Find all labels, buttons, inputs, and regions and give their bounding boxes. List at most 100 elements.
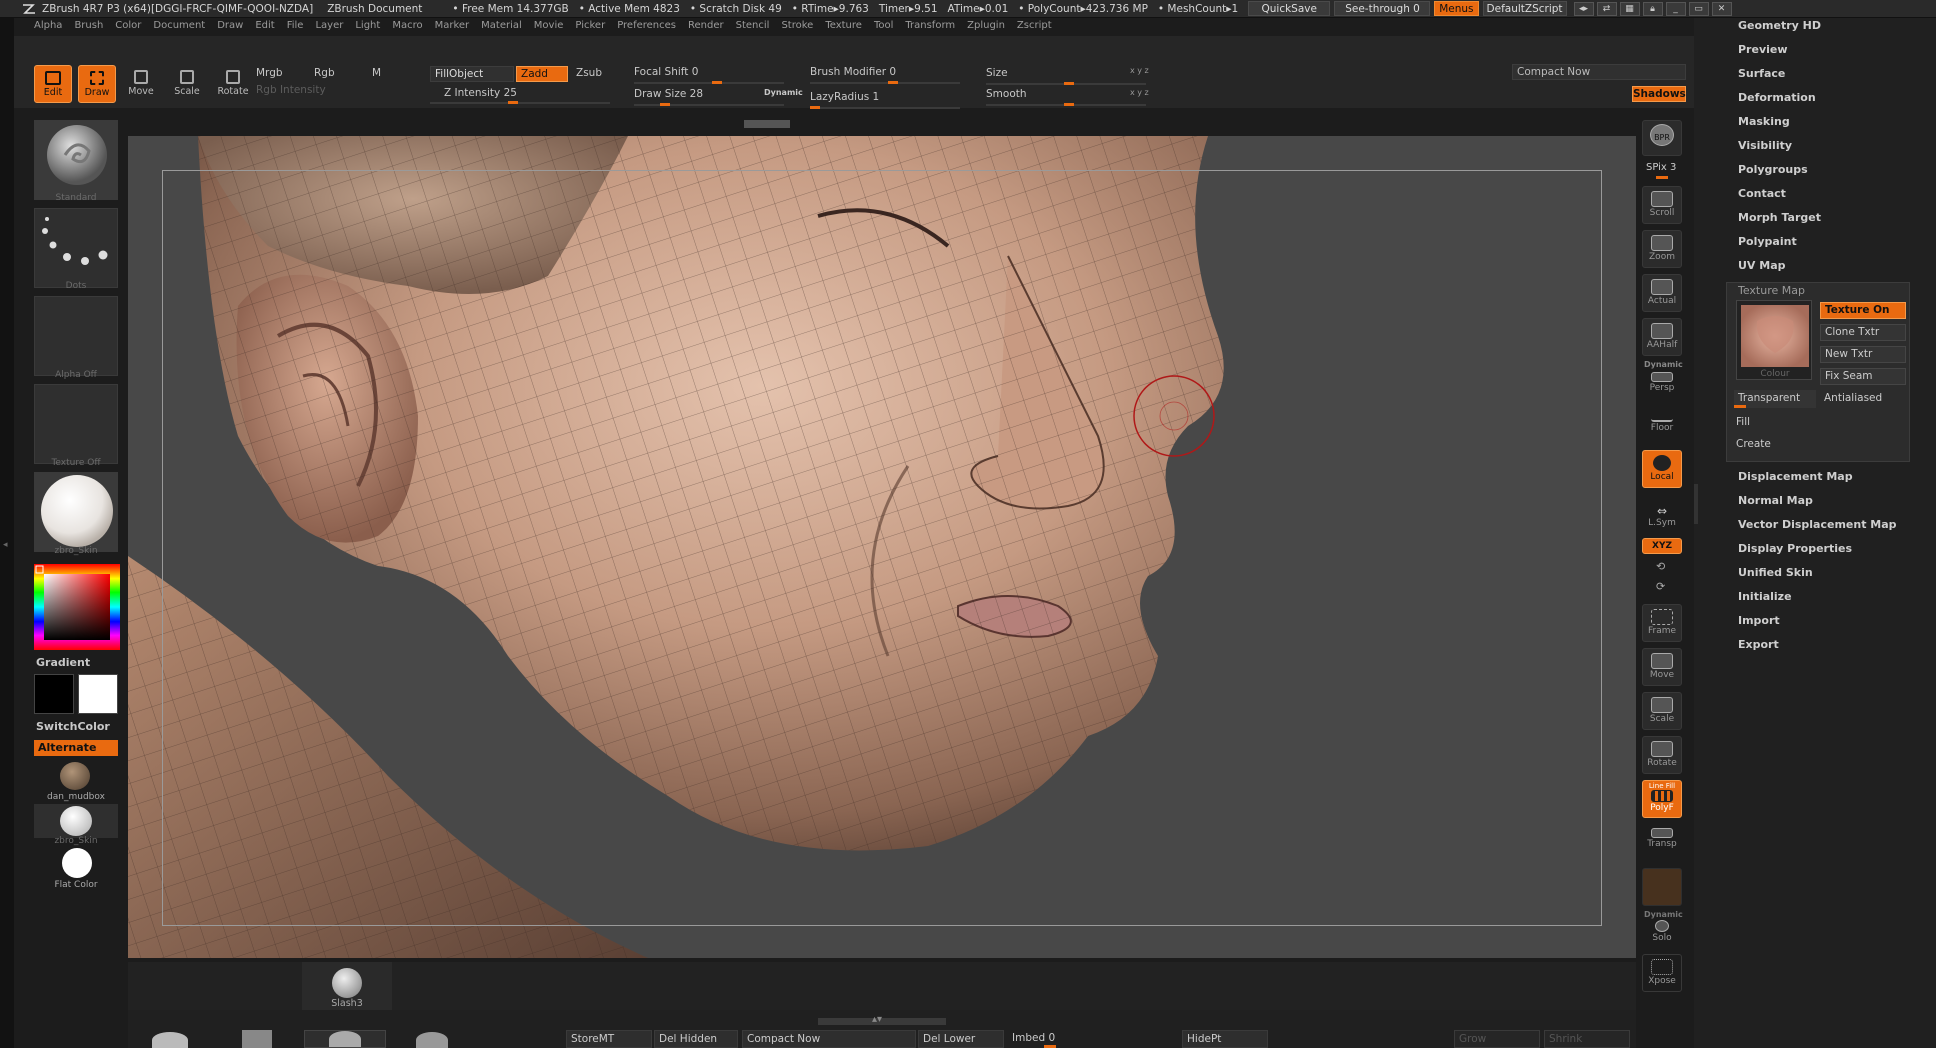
draw-size-knob[interactable] bbox=[660, 103, 670, 106]
bottom-brush-thumb-3[interactable] bbox=[304, 1030, 386, 1048]
brush-modifier-knob[interactable] bbox=[888, 81, 898, 84]
rotate-axis-y-icon[interactable]: ⟲ bbox=[1656, 560, 1665, 573]
menu-tool[interactable]: Tool bbox=[874, 20, 893, 34]
del-hidden-button[interactable]: Del Hidden bbox=[654, 1030, 738, 1048]
menu-marker[interactable]: Marker bbox=[435, 20, 470, 34]
brush-thumbnail[interactable] bbox=[34, 120, 118, 200]
hidept-button[interactable]: HidePt bbox=[1182, 1030, 1268, 1048]
rotate-view-button[interactable]: Rotate bbox=[1642, 736, 1682, 774]
masking-subpalette[interactable]: Masking bbox=[1738, 115, 1790, 128]
fix-seam-button[interactable]: Fix Seam bbox=[1820, 368, 1906, 385]
toolbar-scroll-handle[interactable] bbox=[744, 120, 790, 128]
stroke-thumbnail[interactable] bbox=[34, 208, 118, 288]
switchcolor-button[interactable]: SwitchColor bbox=[36, 720, 110, 733]
clone-txtr-button[interactable]: Clone Txtr bbox=[1820, 324, 1906, 341]
smooth-knob[interactable] bbox=[1064, 103, 1074, 106]
texture-map-title[interactable]: Texture Map bbox=[1738, 284, 1805, 297]
uv-map-subpalette[interactable]: UV Map bbox=[1738, 259, 1786, 272]
polygroups-subpalette[interactable]: Polygroups bbox=[1738, 163, 1808, 176]
texture-thumbnail-slot[interactable]: Colour bbox=[1736, 300, 1812, 380]
menu-texture[interactable]: Texture bbox=[825, 20, 862, 34]
smooth-slider[interactable]: Smooth bbox=[986, 88, 1027, 100]
spix-slider[interactable]: SPix 3 bbox=[1646, 162, 1676, 173]
zadd-button[interactable]: Zadd bbox=[516, 66, 568, 82]
visibility-subpalette[interactable]: Visibility bbox=[1738, 139, 1792, 152]
menu-stroke[interactable]: Stroke bbox=[781, 20, 813, 34]
fillobject-button[interactable]: FillObject bbox=[430, 66, 514, 82]
bottom-brush-thumb-2[interactable] bbox=[242, 1030, 272, 1048]
morph-target-subpalette[interactable]: Morph Target bbox=[1738, 211, 1821, 224]
actual-button[interactable]: Actual bbox=[1642, 274, 1682, 312]
bottom-brush-thumb-4[interactable] bbox=[416, 1032, 448, 1048]
mrgb-button[interactable]: Mrgb bbox=[256, 67, 283, 79]
lock-icon[interactable]: 🔒︎ bbox=[1642, 1, 1663, 16]
rotate-button[interactable]: Rotate bbox=[214, 65, 252, 103]
lazyradius-knob[interactable] bbox=[810, 106, 820, 109]
panel-scrollbar[interactable] bbox=[1694, 484, 1698, 524]
alpha-thumbnail[interactable] bbox=[34, 296, 118, 376]
shadows-button[interactable]: Shadows bbox=[1632, 86, 1686, 102]
new-txtr-button[interactable]: New Txtr bbox=[1820, 346, 1906, 363]
see-through-slider[interactable]: See-through 0 bbox=[1334, 1, 1431, 16]
rotate-axis-z-icon[interactable]: ⟳ bbox=[1656, 580, 1665, 593]
transp-button[interactable]: Transp bbox=[1642, 824, 1682, 862]
frame-button[interactable]: Frame bbox=[1642, 604, 1682, 642]
zoom-button[interactable]: Zoom bbox=[1642, 230, 1682, 268]
transparent-knob[interactable] bbox=[1734, 405, 1746, 408]
scale-view-button[interactable]: Scale bbox=[1642, 692, 1682, 730]
z-intensity-knob[interactable] bbox=[508, 101, 518, 104]
contact-subpalette[interactable]: Contact bbox=[1738, 187, 1786, 200]
move-view-button[interactable]: Move bbox=[1642, 648, 1682, 686]
maximize-icon[interactable]: ▭ bbox=[1688, 1, 1709, 16]
gradient-toggle[interactable]: Gradient bbox=[36, 656, 90, 669]
move-button[interactable]: Move bbox=[122, 65, 160, 103]
focal-shift-knob[interactable] bbox=[712, 81, 722, 84]
brush-modifier-slider[interactable]: Brush Modifier 0 bbox=[810, 66, 896, 78]
texture-thumbnail[interactable] bbox=[34, 384, 118, 464]
focal-shift-slider[interactable]: Focal Shift 0 bbox=[634, 66, 698, 78]
surface-subpalette[interactable]: Surface bbox=[1738, 67, 1785, 80]
menu-zplugin[interactable]: Zplugin bbox=[967, 20, 1005, 34]
bpr-button[interactable]: BPR bbox=[1642, 120, 1682, 156]
collapse-arrow-icon[interactable]: ▴▾ bbox=[872, 1014, 882, 1025]
menu-light[interactable]: Light bbox=[355, 20, 380, 34]
grow-button[interactable]: Grow bbox=[1454, 1030, 1540, 1048]
alternate-button[interactable]: Alternate bbox=[34, 740, 118, 756]
flat-color-material-icon[interactable] bbox=[62, 848, 92, 878]
menu-stencil[interactable]: Stencil bbox=[736, 20, 770, 34]
menu-material[interactable]: Material bbox=[481, 20, 522, 34]
menus-button[interactable]: Menus bbox=[1434, 1, 1479, 16]
main-color-swatch[interactable] bbox=[34, 674, 74, 714]
menu-file[interactable]: File bbox=[287, 20, 304, 34]
zsub-button[interactable]: Zsub bbox=[576, 67, 602, 79]
xpose-button[interactable]: Xpose bbox=[1642, 954, 1682, 992]
zbro-skin-material-slot[interactable] bbox=[34, 804, 118, 838]
menu-zscript[interactable]: Zscript bbox=[1017, 20, 1052, 34]
menu-movie[interactable]: Movie bbox=[534, 20, 564, 34]
material-thumbnail[interactable] bbox=[34, 472, 118, 552]
layout-swap-icon[interactable]: ⇄ bbox=[1596, 1, 1617, 16]
export-subpalette[interactable]: Export bbox=[1738, 638, 1779, 651]
default-zscript-button[interactable]: DefaultZScript bbox=[1482, 1, 1567, 16]
polypaint-subpalette[interactable]: Polypaint bbox=[1738, 235, 1797, 248]
deformation-subpalette[interactable]: Deformation bbox=[1738, 91, 1816, 104]
menu-draw[interactable]: Draw bbox=[217, 20, 243, 34]
rgb-button[interactable]: Rgb bbox=[314, 67, 335, 79]
del-lower-button[interactable]: Del Lower bbox=[918, 1030, 1004, 1048]
edit-button[interactable]: Edit bbox=[34, 65, 72, 103]
initialize-subpalette[interactable]: Initialize bbox=[1738, 590, 1792, 603]
m-button[interactable]: M bbox=[372, 67, 381, 79]
collapse-left-icon[interactable]: ◂ bbox=[3, 540, 8, 550]
preview-subpalette[interactable]: Preview bbox=[1738, 43, 1788, 56]
menu-alpha[interactable]: Alpha bbox=[34, 20, 62, 34]
menu-edit[interactable]: Edit bbox=[255, 20, 274, 34]
draw-size-slider[interactable]: Draw Size 28 bbox=[634, 88, 703, 100]
aahalf-button[interactable]: AAHalf bbox=[1642, 318, 1682, 356]
persp-button[interactable]: Persp bbox=[1642, 370, 1682, 400]
menu-document[interactable]: Document bbox=[153, 20, 205, 34]
geometry-hd-subpalette[interactable]: Geometry HD bbox=[1738, 19, 1821, 32]
compact-now-button[interactable]: Compact Now bbox=[1512, 64, 1686, 80]
rgb-intensity-slider[interactable]: Rgb Intensity bbox=[256, 84, 326, 96]
polyf-button[interactable]: Line Fill PolyF bbox=[1642, 780, 1682, 818]
scroll-button[interactable]: Scroll bbox=[1642, 186, 1682, 224]
